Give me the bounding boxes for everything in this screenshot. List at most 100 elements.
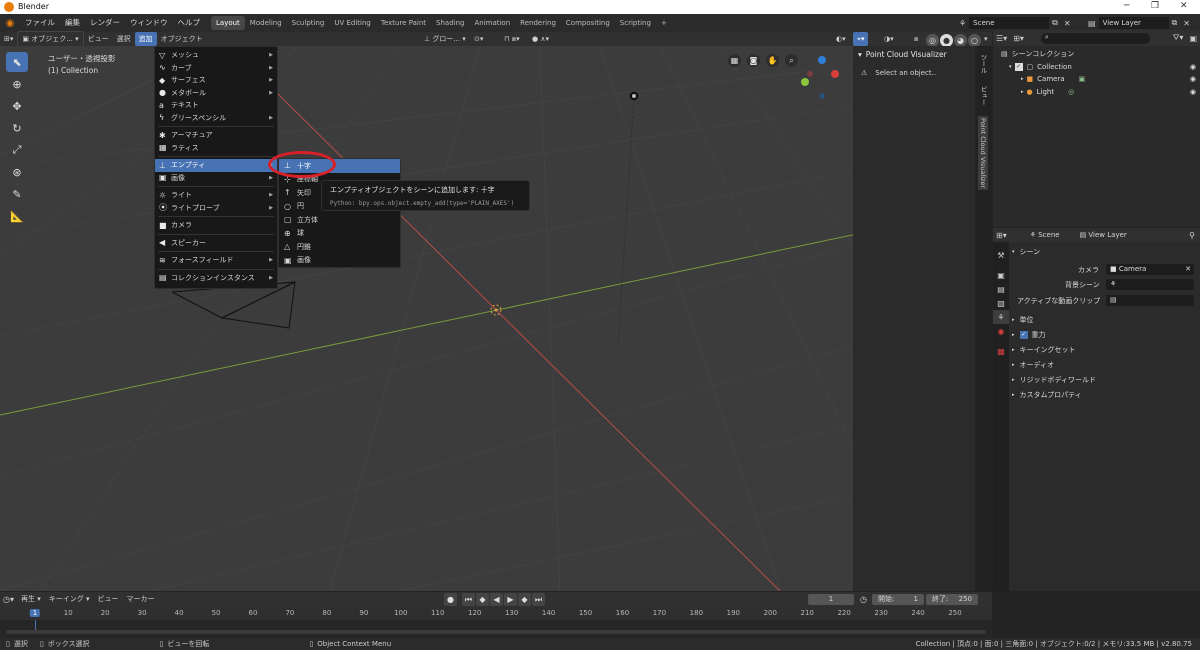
scene-tab-icon[interactable]: ⚘	[993, 310, 1009, 324]
play-reverse-icon[interactable]: ◀	[490, 593, 503, 606]
close-icon[interactable]: ✕	[1180, 1, 1188, 11]
tab-tool[interactable]: ツール	[978, 54, 988, 74]
view-layer-name[interactable]: View Layer	[1098, 17, 1169, 29]
toggle-camera-view-icon[interactable]: ▦	[728, 54, 741, 67]
output-tab-icon[interactable]: ▤	[993, 282, 1009, 296]
blender-menu-icon[interactable]: ◉	[0, 18, 20, 29]
maximize-icon[interactable]: ❐	[1151, 1, 1159, 11]
camera-data-icon[interactable]: ▣	[1079, 75, 1086, 83]
transform-orientation[interactable]: ⊥ グロー... ▾	[420, 32, 470, 46]
properties-panel-4[interactable]: ▸ リジッドボディワールド	[1012, 373, 1096, 386]
properties-panel-2[interactable]: ▸ キーイングセット	[1012, 343, 1076, 356]
scale-tool-icon[interactable]: ⤢	[6, 140, 28, 160]
add-menu-item-light[interactable]: ☼ ライト ▶	[155, 189, 277, 202]
background-scene-field[interactable]: ⚘	[1106, 279, 1194, 290]
workspace-tab-sculpting[interactable]: Sculpting	[287, 16, 330, 30]
gravity-checkbox-icon[interactable]: ✓	[1019, 330, 1028, 339]
empty-submenu-item-cube[interactable]: ▢ 立方体	[279, 213, 400, 227]
add-menu-item-surface[interactable]: ◆ サーフェス ▶	[155, 74, 277, 87]
timeline-editor-icon[interactable]: ◷▾	[0, 595, 17, 604]
play-icon[interactable]: ▶	[504, 593, 517, 606]
workspace-tab-scripting[interactable]: Scripting	[615, 16, 656, 30]
select-box-tool-icon[interactable]: ⬉	[6, 52, 28, 72]
add-menu-item-grease-pencil[interactable]: ϟ グリースペンシル ▶	[155, 112, 277, 125]
pcv-panel-header[interactable]: ▾ Point Cloud Visualizer	[853, 46, 975, 62]
add-menu-item-light-probe[interactable]: ⦿ ライトプローブ ▶	[155, 202, 277, 215]
add-menu-item-speaker[interactable]: ◀ スピーカー	[155, 237, 277, 250]
new-scene-icon[interactable]: ⧉	[1049, 18, 1061, 28]
jump-end-icon[interactable]: ⏭	[532, 593, 545, 606]
view-layer-tab-icon[interactable]: ▧	[993, 296, 1009, 310]
menu-2[interactable]: レンダー	[85, 14, 125, 32]
outliner-root[interactable]: ▤ シーンコレクション	[993, 48, 1200, 61]
select-menu[interactable]: 選択	[113, 32, 135, 46]
checkbox-icon[interactable]: ✓	[1014, 63, 1023, 72]
measure-tool-icon[interactable]: 📐	[6, 206, 28, 226]
gizmo-y-axis[interactable]	[801, 78, 809, 86]
eye-icon[interactable]: ◉	[1190, 75, 1196, 83]
next-keyframe-icon[interactable]: ◆	[518, 593, 531, 606]
pin-icon[interactable]: ⚲	[1189, 231, 1195, 240]
properties-editor-icon[interactable]: ⊞▾	[993, 231, 1010, 240]
menu-1[interactable]: 編集	[60, 14, 85, 32]
timeline-scrollbar[interactable]	[6, 630, 986, 634]
workspace-tab-uv-editing[interactable]: UV Editing	[329, 16, 376, 30]
playback-menu[interactable]: 再生 ▾	[17, 592, 45, 606]
workspace-tab-shading[interactable]: Shading	[431, 16, 469, 30]
start-frame-field[interactable]: 開始: 1	[872, 593, 924, 605]
menu-0[interactable]: ファイル	[20, 14, 60, 32]
view-menu[interactable]: ビュー	[84, 32, 113, 46]
current-frame-field[interactable]: 1	[808, 593, 854, 605]
render-tab-icon[interactable]: ▣	[993, 268, 1009, 282]
workspace-tab-animation[interactable]: Animation	[469, 16, 515, 30]
outliner-item-camera[interactable]: ▸ ■ Camera ▣ ◉	[993, 73, 1200, 86]
object-menu[interactable]: オブジェクト	[157, 32, 207, 46]
gizmo-toggle-icon[interactable]: ⌖▾	[853, 32, 869, 46]
mode-selector[interactable]: ▣ オブジェク... ▾	[17, 31, 84, 47]
empty-submenu-item-sphere[interactable]: ⊕ 球	[279, 227, 400, 241]
add-menu-item-empty[interactable]: ⊥ エンプティ ▶	[155, 159, 277, 172]
expand-icon[interactable]: ▸	[1021, 89, 1024, 95]
tool-tab-icon[interactable]: ⚒	[993, 248, 1009, 262]
gizmo-neg-z-axis[interactable]	[819, 93, 825, 99]
expand-icon[interactable]: ▾	[1009, 64, 1012, 70]
add-menu-item-force-field[interactable]: ≋ フォースフィールド ▶	[155, 254, 277, 267]
prev-keyframe-icon[interactable]: ◆	[476, 593, 489, 606]
tab-point-cloud-visualizer[interactable]: Point Cloud Visualizer	[978, 116, 988, 191]
gizmo-x-axis[interactable]	[831, 70, 839, 78]
add-menu-item-collection-instance[interactable]: ▤ コレクションインスタンス ▶	[155, 272, 277, 285]
properties-panel-1[interactable]: ▸ ✓ 重力	[1012, 328, 1046, 341]
remove-view-layer-icon[interactable]: ✕	[1180, 19, 1193, 28]
gizmo-z-axis[interactable]	[818, 56, 826, 64]
visibility-icon[interactable]: ◐▾	[832, 32, 850, 46]
end-frame-field[interactable]: 終了: 250	[926, 593, 978, 605]
outliner-editor-icon[interactable]: ☰▾	[993, 34, 1010, 43]
eye-icon[interactable]: ◉	[1190, 63, 1196, 71]
cursor-tool-icon[interactable]: ⊕	[6, 74, 28, 94]
add-menu-item-metaball[interactable]: ● メタボール ▶	[155, 87, 277, 100]
filter-icon[interactable]: ⛛▾	[1170, 33, 1187, 43]
move-tool-icon[interactable]: ✥	[6, 96, 28, 116]
clear-icon[interactable]: ✕	[1185, 264, 1191, 275]
add-menu-item-mesh[interactable]: ▽ メッシュ ▶	[155, 49, 277, 62]
marker-menu[interactable]: マーカー	[123, 592, 159, 606]
texture-tab-icon[interactable]: ▩	[993, 344, 1009, 358]
preview-range-icon[interactable]: ◷	[860, 595, 867, 604]
workspace-tab-modeling[interactable]: Modeling	[245, 16, 287, 30]
add-menu-item-armature[interactable]: ✱ アーマチュア	[155, 129, 277, 142]
navigation-gizmo[interactable]	[800, 54, 840, 102]
proportional-edit-icon[interactable]: ● ∧▾	[528, 32, 553, 46]
workspace-tab-compositing[interactable]: Compositing	[561, 16, 615, 30]
eye-icon[interactable]: ◉	[1190, 88, 1196, 96]
menu-4[interactable]: ヘルプ	[173, 14, 206, 32]
zoom-icon[interactable]: ⌕	[785, 54, 798, 67]
tab-view[interactable]: ビュー	[978, 86, 988, 106]
active-clip-field[interactable]: ▤	[1106, 295, 1194, 306]
rotate-tool-icon[interactable]: ↻	[6, 118, 28, 138]
xray-icon[interactable]: ⧈	[910, 32, 922, 46]
scene-selector[interactable]: ⚘ Scene ⧉ ✕	[956, 16, 1074, 30]
workspace-tab-layout[interactable]: Layout	[211, 16, 245, 30]
minimize-icon[interactable]: ─	[1124, 1, 1129, 11]
remove-scene-icon[interactable]: ✕	[1061, 19, 1074, 28]
3d-viewport[interactable]: ユーザー・透視投影 (1) Collection ▦ ◙ ✋ ⌕	[0, 46, 992, 591]
